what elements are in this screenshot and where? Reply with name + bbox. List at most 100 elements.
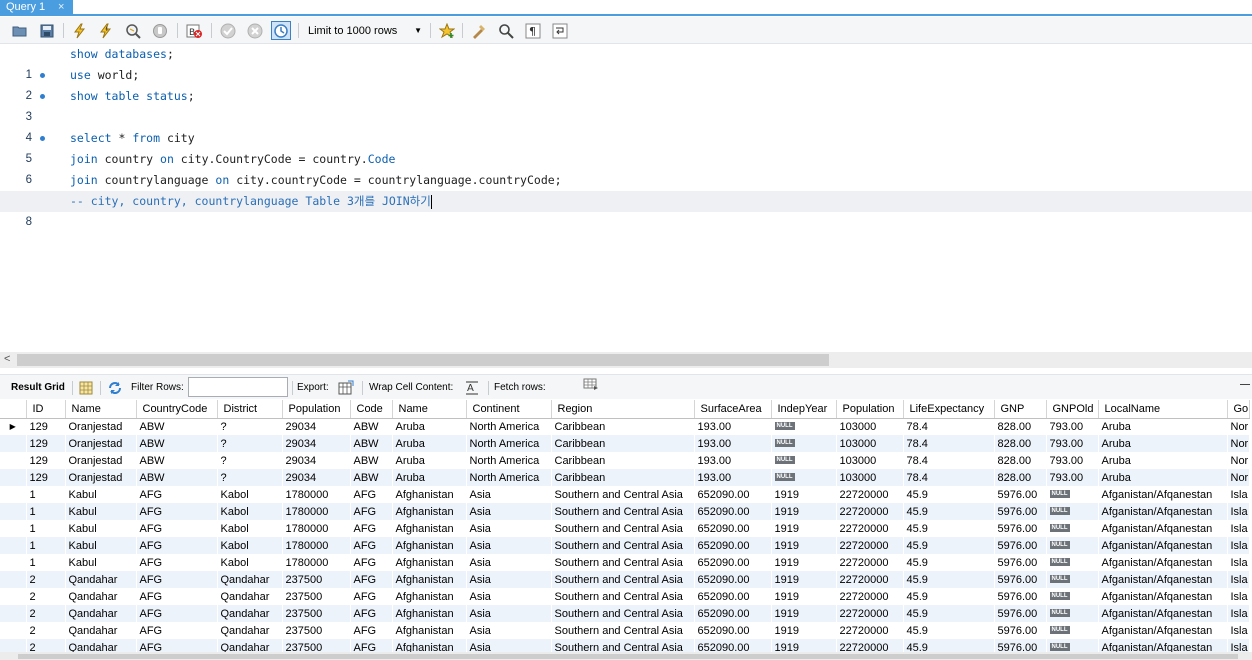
- table-cell[interactable]: 5976.00: [994, 571, 1046, 588]
- table-row[interactable]: 1 Kabul AFG Kabol 1780000 AFG Afghanistan Asia S…: [0, 503, 1249, 520]
- table-cell[interactable]: Aruba: [1098, 418, 1227, 435]
- result-grid[interactable]: ID Name CountryCode District Population Code N…: [0, 400, 1252, 652]
- table-cell[interactable]: 1780000: [282, 537, 350, 554]
- column-header[interactable]: Name: [65, 400, 137, 419]
- execute-icon[interactable]: [70, 21, 90, 40]
- add-snippet-icon[interactable]: [437, 21, 457, 40]
- table-cell[interactable]: Afganistan/Afqanestan: [1098, 622, 1227, 639]
- table-cell[interactable]: North America: [466, 452, 551, 469]
- table-cell[interactable]: Asia: [466, 605, 551, 622]
- table-cell[interactable]: 5976.00: [994, 588, 1046, 605]
- commit-icon[interactable]: [218, 21, 238, 40]
- table-cell[interactable]: 5976.00: [994, 503, 1046, 520]
- table-cell[interactable]: 1780000: [282, 486, 350, 503]
- table-cell[interactable]: 1919: [771, 537, 836, 554]
- table-cell[interactable]: Caribbean: [551, 469, 694, 486]
- explain-icon[interactable]: [123, 21, 143, 40]
- table-cell[interactable]: 652090.00: [694, 571, 771, 588]
- table-row[interactable]: 129 Oranjestad ABW? 29034 ABW Aruba North Amer…: [0, 452, 1249, 469]
- table-cell[interactable]: 1919: [771, 622, 836, 639]
- table-cell[interactable]: Kabul: [65, 554, 136, 571]
- table-row[interactable]: 2 Qandahar AFG Qandahar 237500 AFG Afghanistan…: [0, 605, 1249, 622]
- table-cell[interactable]: 45.9: [903, 520, 994, 537]
- find-icon[interactable]: [496, 21, 516, 40]
- table-cell[interactable]: Asia: [466, 520, 551, 537]
- table-cell[interactable]: AFG: [350, 571, 392, 588]
- table-cell[interactable]: 45.9: [903, 537, 994, 554]
- table-cell[interactable]: 652090.00: [694, 520, 771, 537]
- table-cell[interactable]: AFG: [136, 503, 217, 520]
- table-cell[interactable]: 5976.00: [994, 554, 1046, 571]
- table-cell[interactable]: 29034: [282, 452, 350, 469]
- table-cell[interactable]: Southern and Central Asia: [551, 571, 694, 588]
- table-cell[interactable]: Afghanistan: [392, 571, 466, 588]
- table-cell[interactable]: 45.9: [903, 588, 994, 605]
- wrap-icon[interactable]: [550, 21, 570, 40]
- table-cell[interactable]: 78.4: [903, 469, 994, 486]
- column-header[interactable]: LocalName: [1098, 400, 1228, 419]
- table-cell[interactable]: Isla: [1227, 520, 1249, 537]
- table-cell[interactable]: Afghanistan: [392, 622, 466, 639]
- table-cell[interactable]: NULL: [1046, 639, 1098, 652]
- table-cell[interactable]: 1780000: [282, 520, 350, 537]
- table-cell[interactable]: 793.00: [1046, 452, 1098, 469]
- column-header[interactable]: SurfaceArea: [694, 400, 772, 419]
- table-cell[interactable]: 1: [26, 520, 65, 537]
- table-cell[interactable]: 193.00: [694, 435, 771, 452]
- table-cell[interactable]: AFG: [350, 588, 392, 605]
- table-cell[interactable]: 22720000: [836, 605, 903, 622]
- table-cell[interactable]: 652090.00: [694, 639, 771, 652]
- table-cell[interactable]: 103000: [836, 418, 903, 435]
- table-cell[interactable]: Qandahar: [217, 571, 282, 588]
- table-cell[interactable]: Isla: [1227, 486, 1249, 503]
- table-cell[interactable]: 22720000: [836, 503, 903, 520]
- table-cell[interactable]: Oranjestad: [65, 469, 136, 486]
- table-row[interactable]: 129 Oranjestad ABW? 29034 ABW Aruba North Amer…: [0, 435, 1249, 452]
- table-cell[interactable]: 1919: [771, 503, 836, 520]
- table-cell[interactable]: Qandahar: [65, 639, 136, 652]
- table-cell[interactable]: AFG: [350, 622, 392, 639]
- open-file-icon[interactable]: [10, 21, 30, 40]
- beautify-icon[interactable]: [469, 21, 489, 40]
- rollback-icon[interactable]: [245, 21, 265, 40]
- column-header[interactable]: GNPOld: [1046, 400, 1099, 419]
- table-cell[interactable]: Isla: [1227, 639, 1249, 652]
- toggle-error-icon[interactable]: B: [184, 21, 204, 40]
- table-cell[interactable]: ABW: [350, 418, 392, 435]
- table-cell[interactable]: 652090.00: [694, 486, 771, 503]
- table-cell[interactable]: NULL: [1046, 605, 1098, 622]
- table-cell[interactable]: Kabol: [217, 503, 282, 520]
- table-cell[interactable]: NULL: [1046, 554, 1098, 571]
- table-cell[interactable]: Isla: [1227, 622, 1249, 639]
- execute-statement-icon[interactable]: I: [96, 21, 116, 40]
- table-cell[interactable]: Southern and Central Asia: [551, 503, 694, 520]
- table-cell[interactable]: Kabul: [65, 520, 136, 537]
- table-row[interactable]: 129 Oranjestad ABW? 29034 ABW Aruba North Amer…: [0, 469, 1249, 486]
- table-cell[interactable]: Afghanistan: [392, 537, 466, 554]
- table-cell[interactable]: 29034: [282, 435, 350, 452]
- column-header[interactable]: CountryCode: [136, 400, 218, 419]
- table-cell[interactable]: Afganistan/Afqanestan: [1098, 588, 1227, 605]
- invisible-chars-icon[interactable]: ¶: [523, 21, 543, 40]
- table-cell[interactable]: Aruba: [392, 418, 466, 435]
- table-cell[interactable]: ?: [217, 452, 282, 469]
- table-cell[interactable]: Isla: [1227, 605, 1249, 622]
- table-cell[interactable]: 45.9: [903, 554, 994, 571]
- table-cell[interactable]: 793.00: [1046, 418, 1098, 435]
- grid-horizontal-scrollbar[interactable]: [0, 652, 1252, 660]
- table-cell[interactable]: 5976.00: [994, 486, 1046, 503]
- table-cell[interactable]: Afganistan/Afqanestan: [1098, 571, 1227, 588]
- table-cell[interactable]: 45.9: [903, 486, 994, 503]
- table-cell[interactable]: 652090.00: [694, 503, 771, 520]
- table-cell[interactable]: Caribbean: [551, 435, 694, 452]
- table-cell[interactable]: Qandahar: [65, 605, 136, 622]
- table-cell[interactable]: 1: [26, 537, 65, 554]
- tab-close-icon[interactable]: ×: [58, 0, 64, 14]
- table-cell[interactable]: 652090.00: [694, 588, 771, 605]
- table-cell[interactable]: 1: [26, 503, 65, 520]
- fetch-next-icon[interactable]: [583, 377, 599, 393]
- limit-rows-select[interactable]: Limit to 1000 rows ▼: [304, 22, 425, 40]
- table-cell[interactable]: Afghanistan: [392, 554, 466, 571]
- table-row[interactable]: 2 Qandahar AFG Qandahar 237500 AFG Afghanistan…: [0, 622, 1249, 639]
- table-row[interactable]: 2 Qandahar AFG Qandahar 237500 AFG Afghanistan…: [0, 571, 1249, 588]
